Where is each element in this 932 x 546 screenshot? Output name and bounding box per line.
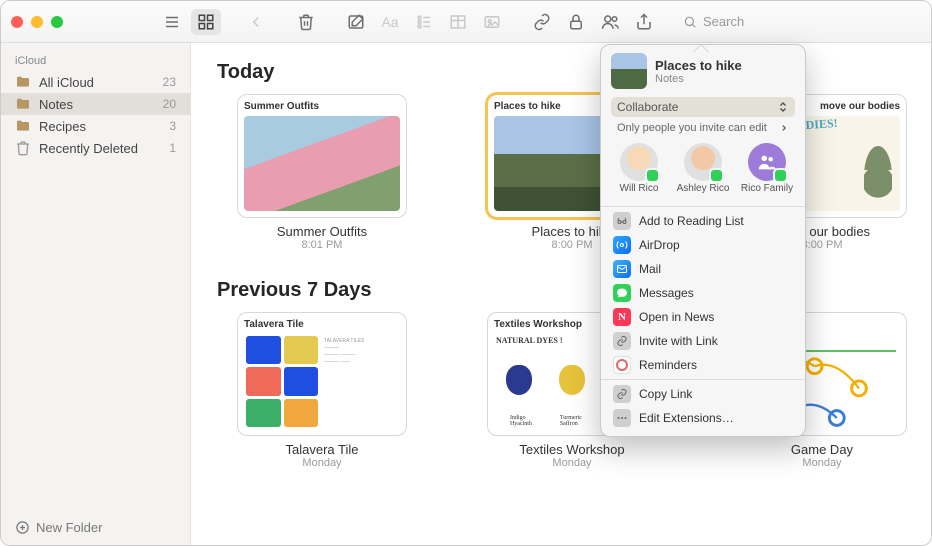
popover-subtitle: Notes [655,73,742,85]
new-folder-button[interactable]: New Folder [1,512,190,545]
airdrop-icon [613,236,631,254]
note-time: Monday [286,457,359,469]
window-controls [11,16,63,28]
gallery-view-button[interactable] [191,9,221,35]
chevron-right-icon [779,123,789,133]
note-time: Monday [791,457,853,469]
messages-badge-icon [645,168,660,183]
share-action-reminders[interactable]: Reminders [601,353,805,377]
search-icon [683,15,697,29]
sidebar-item-label: Recipes [39,119,161,134]
folder-icon [15,96,31,112]
messages-icon [613,284,631,302]
sidebar-item-count: 20 [163,97,176,111]
person-name: Ashley Rico [677,183,730,194]
sidebar-item-label: Recently Deleted [39,141,161,156]
format-button[interactable]: Aa [375,9,405,35]
popover-title: Places to hike [655,58,742,73]
toolbar: Aa Search [1,1,931,43]
note-time: Monday [519,457,624,469]
sidebar-item-all-icloud[interactable]: All iCloud 23 [1,71,190,93]
note-title: Textiles Workshop [519,442,624,457]
share-button[interactable] [629,9,659,35]
thumb-image [244,116,400,211]
link-button[interactable] [527,9,557,35]
person-name: Rico Family [741,183,793,194]
messages-badge-icon [709,168,724,183]
collaborate-button[interactable] [595,9,625,35]
media-button[interactable] [477,9,507,35]
new-note-button[interactable] [341,9,371,35]
sidebar-item-label: Notes [39,97,155,112]
avatar [748,143,786,181]
share-mode-select[interactable]: Collaborate [611,97,795,117]
thumb-title: Talavera Tile [244,319,400,330]
mail-icon [613,260,631,278]
link-icon [613,332,631,350]
share-person[interactable]: Ashley Rico [675,143,731,194]
more-icon [613,409,631,427]
popover-thumb [611,53,647,89]
person-name: Will Rico [620,183,659,194]
note-title: Talavera Tile [286,442,359,457]
sidebar-item-label: All iCloud [39,75,155,90]
share-action-reading-list[interactable]: Add to Reading List [601,209,805,233]
trash-icon [15,140,31,156]
share-permission-label: Only people you invite can edit [617,122,767,134]
note-title: Game Day [791,442,853,457]
lock-button[interactable] [561,9,591,35]
sidebar-item-count: 23 [163,75,176,89]
share-action-news[interactable]: NOpen in News [601,305,805,329]
share-person[interactable]: Rico Family [739,143,795,194]
share-copy-link[interactable]: Copy Link [601,382,805,406]
note-time: 8:01 PM [277,239,367,251]
list-view-button[interactable] [157,9,187,35]
note-card[interactable]: Talavera Tile TALAVERA TILES—————— —————… [217,312,427,469]
close-button[interactable] [11,16,23,28]
share-mode-label: Collaborate [617,100,678,114]
link-icon [613,385,631,403]
share-action-mail[interactable]: Mail [601,257,805,281]
sidebar-section-header: iCloud [1,51,190,71]
sidebar: iCloud All iCloud 23 Notes 20 Recipes 3 … [1,43,191,545]
table-button[interactable] [443,9,473,35]
share-permission-row[interactable]: Only people you invite can edit [611,119,795,137]
messages-badge-icon [773,168,788,183]
checklist-button[interactable] [409,9,439,35]
thumb-image: TALAVERA TILES—————— —————— —— [244,334,400,429]
share-action-airdrop[interactable]: AirDrop [601,233,805,257]
share-action-invite-link[interactable]: Invite with Link [601,329,805,353]
search-field[interactable]: Search [675,10,865,34]
sidebar-item-recipes[interactable]: Recipes 3 [1,115,190,137]
avatar [620,143,658,181]
note-card[interactable]: Summer Outfits Summer Outfits8:01 PM [217,94,427,251]
minimize-button[interactable] [31,16,43,28]
sidebar-item-count: 3 [169,119,176,133]
folder-icon [15,118,31,134]
chevron-up-down-icon [777,101,789,113]
zoom-button[interactable] [51,16,63,28]
sidebar-item-recently-deleted[interactable]: Recently Deleted 1 [1,137,190,159]
folder-icon [15,74,31,90]
delete-button[interactable] [291,9,321,35]
share-people: Will Rico Ashley Rico Rico Family [601,137,805,204]
back-button[interactable] [241,9,271,35]
share-popover: Places to hike Notes Collaborate Only pe… [600,44,806,437]
news-icon: N [613,308,631,326]
notes-gallery: Today Summer Outfits Summer Outfits8:01 … [191,43,931,545]
note-title: Summer Outfits [277,224,367,239]
sidebar-item-count: 1 [169,141,176,155]
sidebar-item-notes[interactable]: Notes 20 [1,93,190,115]
share-person[interactable]: Will Rico [611,143,667,194]
plus-circle-icon [15,520,30,535]
avatar [684,143,722,181]
reminders-icon [613,356,631,374]
thumb-title: Summer Outfits [244,101,400,112]
search-placeholder: Search [703,14,744,29]
glasses-icon [613,212,631,230]
new-folder-label: New Folder [36,520,102,535]
share-action-messages[interactable]: Messages [601,281,805,305]
share-edit-extensions[interactable]: Edit Extensions… [601,406,805,430]
